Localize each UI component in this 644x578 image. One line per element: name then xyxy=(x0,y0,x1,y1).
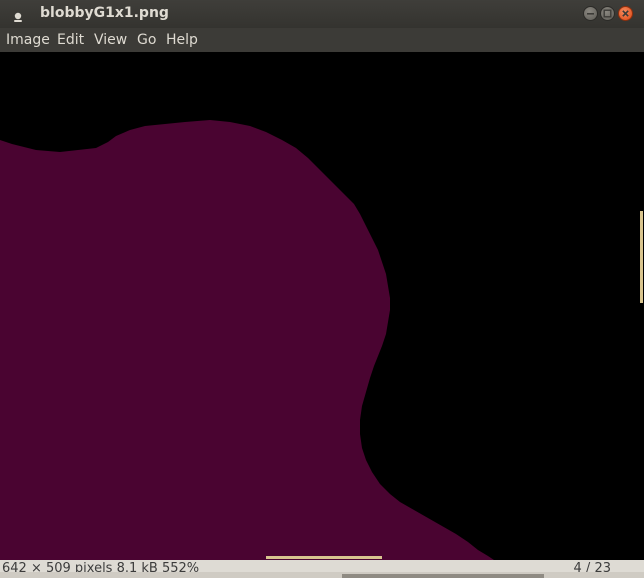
menu-edit[interactable]: Edit xyxy=(57,32,84,48)
maximize-button[interactable] xyxy=(600,6,615,21)
menu-help[interactable]: Help xyxy=(166,32,198,48)
window-title: blobbyG1x1.png xyxy=(40,5,169,21)
menu-image[interactable]: Image xyxy=(6,32,50,48)
vertical-scrollbar-thumb[interactable] xyxy=(640,211,643,303)
menu-view[interactable]: View xyxy=(94,32,127,48)
menu-bar: Image Edit View Go Help xyxy=(0,28,644,52)
horizontal-scrollbar-thumb[interactable] xyxy=(266,556,382,559)
gallery-scrollbar-thumb[interactable] xyxy=(342,574,544,578)
menu-go[interactable]: Go xyxy=(137,32,156,48)
displayed-image xyxy=(0,52,644,560)
close-button[interactable] xyxy=(618,6,633,21)
eye-of-gnome-icon xyxy=(12,8,24,22)
image-viewport[interactable] xyxy=(0,52,644,560)
gallery-scrollbar[interactable] xyxy=(0,572,644,578)
maximize-icon xyxy=(603,9,612,18)
minimize-icon xyxy=(587,13,594,15)
close-icon xyxy=(622,10,629,17)
title-bar[interactable]: blobbyG1x1.png xyxy=(0,0,644,28)
minimize-button[interactable] xyxy=(583,6,598,21)
